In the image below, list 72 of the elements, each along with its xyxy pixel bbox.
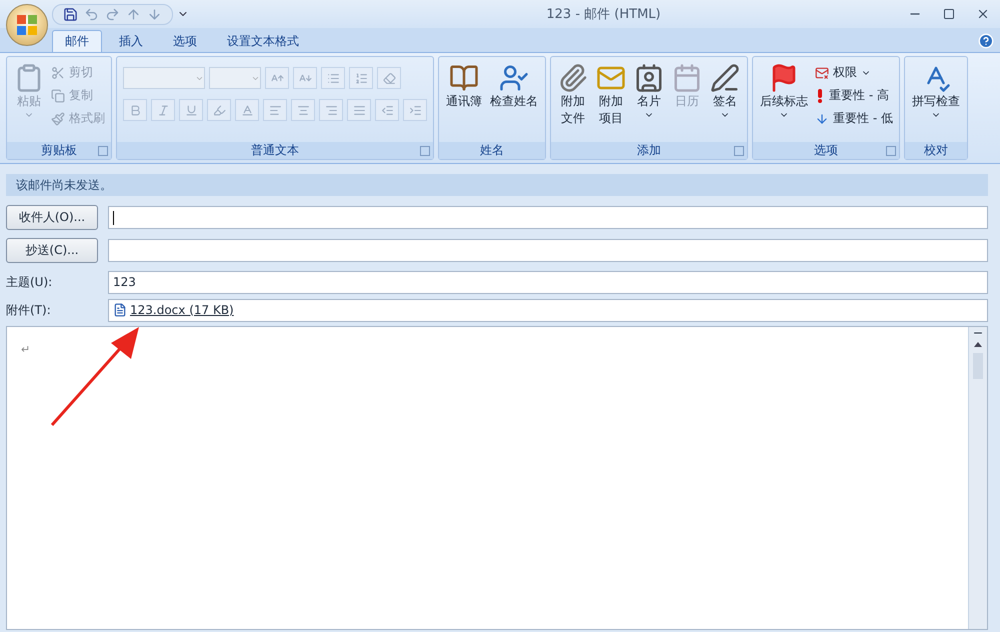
window-title: 123 - 邮件 (HTML) [545, 6, 662, 23]
launcher-icon[interactable] [734, 146, 744, 156]
eraser-icon [382, 72, 396, 84]
office-button[interactable] [6, 4, 48, 46]
pen-icon [710, 63, 740, 93]
bold-icon [128, 104, 142, 116]
outdent-icon [380, 104, 394, 116]
exclamation-icon [815, 88, 825, 102]
ribbon-tab[interactable]: 插入 [106, 30, 156, 52]
align-left-icon [268, 104, 282, 116]
ribbon-button[interactable]: 重要性 - 低 [813, 109, 895, 128]
address-field[interactable] [108, 206, 988, 229]
attachment-link[interactable]: 123.docx (17 KB) [130, 303, 234, 317]
align-center-icon [296, 104, 310, 116]
ribbon-tab[interactable]: 邮件 [52, 30, 102, 52]
scrollbar[interactable] [968, 327, 987, 629]
ribbon-button[interactable]: 权限 [813, 63, 895, 82]
paragraph-mark: ↵ [21, 343, 30, 356]
ribbon-tab[interactable]: 设置文本格式 [214, 30, 312, 52]
address-button[interactable]: 收件人(O)... [6, 205, 98, 230]
address-button[interactable]: 抄送(C)... [6, 238, 98, 263]
field-label: 主题(U): [6, 274, 54, 290]
group-label: 添加 [551, 142, 747, 159]
field-label: 附件(T): [6, 302, 52, 318]
ribbon-button[interactable]: 名片 [631, 61, 667, 122]
font-color-icon [240, 104, 254, 116]
group-label: 剪贴板 [7, 142, 111, 159]
group-label: 普通文本 [117, 142, 433, 159]
ribbon-button[interactable]: 后续标志 [757, 61, 811, 122]
launcher-icon[interactable] [886, 146, 896, 156]
redo-icon[interactable] [105, 6, 120, 22]
ribbon-button[interactable]: 拼写检查 [908, 61, 963, 122]
ribbon-button[interactable]: 检查姓名 [487, 61, 541, 112]
contact-card-icon [634, 63, 664, 93]
paperclip-icon [558, 63, 588, 93]
highlighter-icon [212, 104, 226, 116]
help-icon[interactable] [978, 33, 994, 49]
ribbon-button[interactable]: 签名 [707, 61, 743, 122]
ribbon-button[interactable]: 附加 项目 [593, 61, 629, 129]
arrow-down-icon[interactable] [147, 6, 162, 22]
indent-icon [408, 104, 422, 116]
launcher-icon[interactable] [98, 146, 108, 156]
ribbon-button[interactable]: 附加 文件 [555, 61, 591, 129]
ribbon-button[interactable]: 通讯簿 [443, 61, 485, 112]
subject-field[interactable]: 123 [108, 270, 988, 294]
group-label: 姓名 [439, 142, 545, 159]
maximize-icon [943, 8, 955, 20]
calendar-icon [672, 63, 702, 93]
underline-icon [184, 104, 198, 116]
logo-icon [16, 14, 38, 36]
message-body[interactable]: ↵ [6, 326, 988, 630]
paintbrush-icon [51, 112, 65, 126]
italic-icon [156, 104, 170, 116]
scissors-icon [51, 66, 65, 80]
save-icon[interactable] [63, 6, 78, 22]
launcher-icon[interactable] [420, 146, 430, 156]
address-field[interactable] [108, 239, 988, 262]
undo-icon[interactable] [84, 6, 99, 22]
copy-icon [51, 88, 65, 102]
user-check-icon [499, 63, 529, 93]
ribbon-button[interactable]: 重要性 - 高 [813, 86, 895, 105]
envelope-icon [815, 66, 829, 80]
numbered-list-icon [354, 72, 368, 84]
document-icon [113, 303, 127, 317]
align-right-icon [324, 104, 338, 116]
close-icon [976, 7, 990, 21]
book-icon [449, 63, 479, 93]
group-label: 校对 [904, 142, 967, 159]
group-label: 选项 [753, 142, 899, 159]
ribbon-tab[interactable]: 选项 [160, 30, 210, 52]
justify-icon [352, 104, 366, 116]
info-bar: 该邮件尚未发送。 [6, 174, 988, 196]
